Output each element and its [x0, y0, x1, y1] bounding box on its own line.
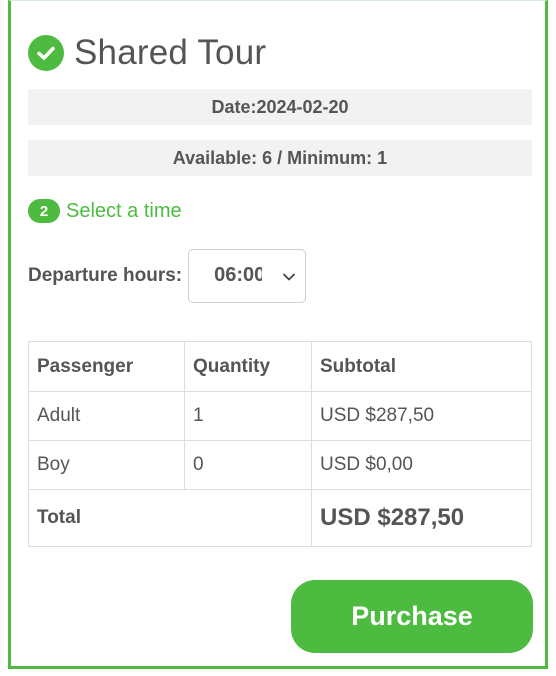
departure-time-select[interactable]: 06:00	[188, 249, 307, 303]
passenger-cell: Adult	[28, 391, 185, 441]
table-header-row: Passenger Quantity Subtotal	[28, 341, 532, 392]
header-passenger: Passenger	[28, 341, 185, 392]
quantity-cell: 1	[184, 391, 312, 441]
chevron-down-icon	[281, 269, 297, 285]
quantity-cell: 0	[184, 440, 312, 490]
passenger-cell: Boy	[28, 440, 185, 490]
departure-row: Departure hours: 06:00	[28, 249, 307, 303]
check-circle-icon	[28, 35, 64, 71]
header-quantity: Quantity	[184, 341, 312, 392]
total-row: Total USD $287,50	[28, 489, 532, 547]
tour-title: Shared Tour	[74, 33, 267, 72]
pricing-table: Passenger Quantity Subtotal Adult 1 USD …	[28, 341, 532, 547]
table-row: Adult 1 USD $287,50	[28, 391, 532, 441]
subtotal-cell: USD $287,50	[311, 391, 532, 441]
header-subtotal: Subtotal	[311, 341, 532, 392]
step-indicator: 2 Select a time	[28, 199, 182, 223]
departure-label: Departure hours:	[28, 265, 183, 286]
departure-time-value: 06:00	[214, 264, 263, 286]
total-value: USD $287,50	[311, 489, 532, 547]
title-row: Shared Tour	[28, 33, 266, 73]
subtotal-cell: USD $0,00	[311, 440, 532, 490]
availability-bar: Available: 6 / Minimum: 1	[28, 140, 532, 176]
date-bar: Date:2024-02-20	[28, 89, 532, 125]
purchase-button[interactable]: Purchase	[291, 580, 533, 653]
tour-card: Shared Tour Date:2024-02-20 Available: 6…	[8, 0, 548, 669]
total-label: Total	[28, 489, 312, 547]
step-number-badge: 2	[28, 199, 60, 223]
table-row: Boy 0 USD $0,00	[28, 440, 532, 490]
step-label: Select a time	[66, 199, 182, 222]
